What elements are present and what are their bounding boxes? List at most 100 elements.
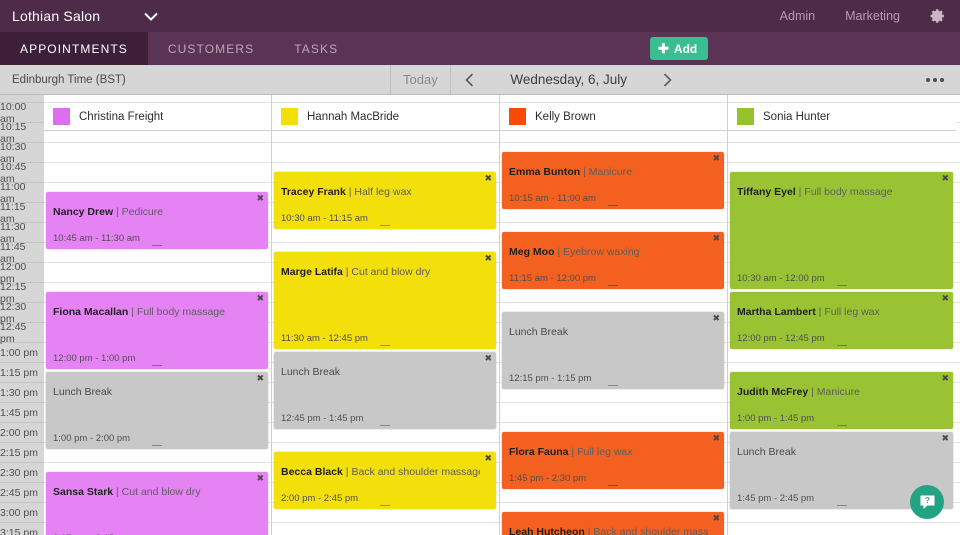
appointment-card[interactable]: ✖Sansa Stark | Cut and blow dry2:15 pm -… (46, 472, 268, 535)
resize-handle[interactable] (836, 345, 847, 347)
appointment-card[interactable]: ✖ Leah Hutcheon | Back and shoulder massa… (502, 512, 724, 535)
tab-customers[interactable]: CUSTOMERS (148, 32, 274, 65)
staff-name-label: Hannah MacBride (307, 110, 400, 123)
appointment-title: Marge Latifa | Cut and blow dry (281, 266, 431, 278)
ellipsis-icon[interactable] (926, 65, 960, 94)
gear-icon[interactable] (930, 8, 946, 24)
close-icon[interactable]: ✖ (256, 374, 264, 383)
time-axis: 10:00 am 10:15 am 10:30 am 10:45 am 11:00 am… (0, 95, 44, 535)
time-label: 12:45 pm (0, 321, 44, 345)
appointment-card[interactable]: ✖ Emma Bunton | Manicure 10:15 am - 11:00 … (502, 152, 724, 209)
timezone-label: Edinburgh Time (BST) (12, 73, 126, 86)
tab-appointments[interactable]: APPOINTMENTS (0, 32, 148, 65)
appointment-time-range: 1:00 pm - 2:00 pm (53, 433, 131, 444)
appointment-card[interactable]: ✖ Martha Lambert | Full leg wax 12:00 pm -… (730, 292, 953, 349)
tab-tasks[interactable]: TASKS (274, 32, 358, 65)
resize-handle[interactable] (380, 345, 390, 347)
close-icon[interactable]: ✖ (484, 354, 492, 363)
appointment-card[interactable]: ✖ Marge Latifa | Cut and blow dry 11:30 am… (274, 252, 496, 349)
today-button[interactable]: Today (390, 65, 451, 94)
appointment-card[interactable]: ✖ Tiffany Eyel | Full body massage 10:30 a… (730, 172, 953, 289)
close-icon[interactable]: ✖ (712, 514, 720, 523)
resize-handle[interactable] (836, 425, 847, 427)
resize-handle[interactable] (608, 485, 618, 487)
appointment-title: Emma Bunton | Manicure (509, 166, 632, 178)
resize-handle[interactable] (380, 225, 390, 227)
close-icon[interactable]: ✖ (712, 434, 720, 443)
close-icon[interactable]: ✖ (941, 434, 949, 443)
close-icon[interactable]: ✖ (941, 174, 949, 183)
staff-column-1[interactable]: Hannah MacBride ✖ Tracey Frank | Half leg … (272, 95, 500, 535)
appointment-card[interactable]: ✖ Lunch Break 1:00 pm - 2:00 pm (46, 372, 268, 449)
time-label: 1:15 pm (0, 363, 44, 383)
close-icon[interactable]: ✖ (484, 174, 492, 183)
close-icon[interactable]: ✖ (484, 254, 492, 263)
time-label: 3:00 pm (0, 503, 44, 523)
resize-handle[interactable] (152, 245, 162, 247)
svg-text:?: ? (925, 496, 930, 505)
resize-handle[interactable] (608, 205, 618, 207)
close-icon[interactable]: ✖ (256, 294, 264, 303)
resize-handle[interactable] (836, 285, 847, 287)
resize-handle[interactable] (152, 445, 162, 447)
appointment-card[interactable]: ✖ Lunch Break 12:45 pm - 1:45 pm (274, 352, 496, 429)
appointment-card[interactable]: ✖ Judith McFrey | Manicure 1:00 pm - 1:45 … (730, 372, 953, 429)
staff-color-swatch (509, 108, 526, 125)
staff-column-2[interactable]: Kelly Brown ✖ Emma Bunton | Manicure 10:15 … (500, 95, 728, 535)
staff-column-3[interactable]: Sonia Hunter ✖ Tiffany Eyel | Full body ma… (728, 95, 956, 535)
resize-handle[interactable] (380, 425, 390, 427)
resize-handle[interactable] (608, 285, 618, 287)
staff-column-header: Sonia Hunter (728, 103, 956, 131)
topnav-admin[interactable]: Admin (780, 9, 815, 23)
appointment-title: Lunch Break (281, 366, 340, 378)
close-icon[interactable]: ✖ (712, 314, 720, 323)
close-icon[interactable]: ✖ (256, 474, 264, 483)
appointment-time-range: 1:45 pm - 2:30 pm (509, 473, 587, 484)
appointment-title: Lunch Break (53, 386, 112, 398)
help-chat-icon[interactable]: ? (910, 485, 944, 519)
resize-handle[interactable] (836, 505, 847, 507)
close-icon[interactable]: ✖ (712, 154, 720, 163)
topnav-marketing[interactable]: Marketing (845, 9, 900, 23)
staff-column-0[interactable]: Christina Freight ✖ Nancy Drew | Pedicure 1… (44, 95, 272, 535)
appointment-time-range: 1:00 pm - 1:45 pm (737, 413, 815, 424)
appointment-title: Fiona Macallan | Full body massage (53, 306, 225, 318)
resize-handle[interactable] (608, 385, 618, 387)
appointment-card[interactable]: ✖ Tracey Frank | Half leg wax 10:30 am - 1… (274, 172, 496, 229)
close-icon[interactable]: ✖ (941, 374, 949, 383)
staff-columns-area: Christina Freight ✖ Nancy Drew | Pedicure 1… (44, 95, 960, 535)
appointment-card[interactable]: ✖ Becca Black | Back and shoulder massage… (274, 452, 496, 509)
close-icon[interactable]: ✖ (484, 454, 492, 463)
add-button[interactable]: ✚ Add (650, 37, 709, 60)
close-icon[interactable]: ✖ (256, 194, 264, 203)
staff-color-swatch (53, 108, 70, 125)
chevron-down-icon[interactable] (144, 12, 158, 21)
resize-handle[interactable] (152, 365, 162, 367)
appointment-card[interactable]: ✖ Lunch Break 12:15 pm - 1:15 pm (502, 312, 724, 389)
appointment-time-range: 10:45 am - 11:30 am (53, 233, 140, 244)
time-label: 3:15 pm (0, 523, 44, 535)
top-bar: Lothian Salon Admin Marketing (0, 0, 960, 32)
appointment-time-range: 11:15 am - 12:00 pm (509, 273, 596, 284)
appointment-title: Tiffany Eyel | Full body massage (737, 186, 893, 198)
calendar-grid: 10:00 am 10:15 am 10:30 am 10:45 am 11:00 am… (0, 95, 960, 535)
close-icon[interactable]: ✖ (712, 234, 720, 243)
chevron-left-icon[interactable] (451, 65, 489, 94)
close-icon[interactable]: ✖ (941, 294, 949, 303)
appointment-title: Leah Hutcheon | Back and shoulder massag… (509, 526, 708, 535)
appointment-card[interactable]: ✖ Nancy Drew | Pedicure 10:45 am - 11:30 a… (46, 192, 268, 249)
appointment-card[interactable]: ✖ Flora Fauna | Full leg wax 1:45 pm - 2:3… (502, 432, 724, 489)
time-label: 2:15 pm (0, 443, 44, 463)
appointment-time-range: 12:15 pm - 1:15 pm (509, 373, 592, 384)
appointment-card[interactable]: ✖ Fiona Macallan | Full body massage 12:00… (46, 292, 268, 369)
chevron-right-icon[interactable] (649, 65, 687, 94)
resize-handle[interactable] (380, 505, 390, 507)
time-label: 2:30 pm (0, 463, 44, 483)
appointment-time-range: 1:45 pm - 2:45 pm (737, 493, 815, 504)
tab-bar: APPOINTMENTS CUSTOMERS TASKS ✚ Add (0, 32, 960, 65)
staff-color-swatch (281, 108, 298, 125)
appointment-title: Sansa Stark | Cut and blow dry (53, 486, 201, 498)
date-toolbar: Edinburgh Time (BST) Today Wednesday, 6,… (0, 65, 960, 95)
appointment-card[interactable]: ✖ Meg Moo | Eyebrow waxing 11:15 am - 12:0… (502, 232, 724, 289)
appointment-time-range: 12:45 pm - 1:45 pm (281, 413, 364, 424)
